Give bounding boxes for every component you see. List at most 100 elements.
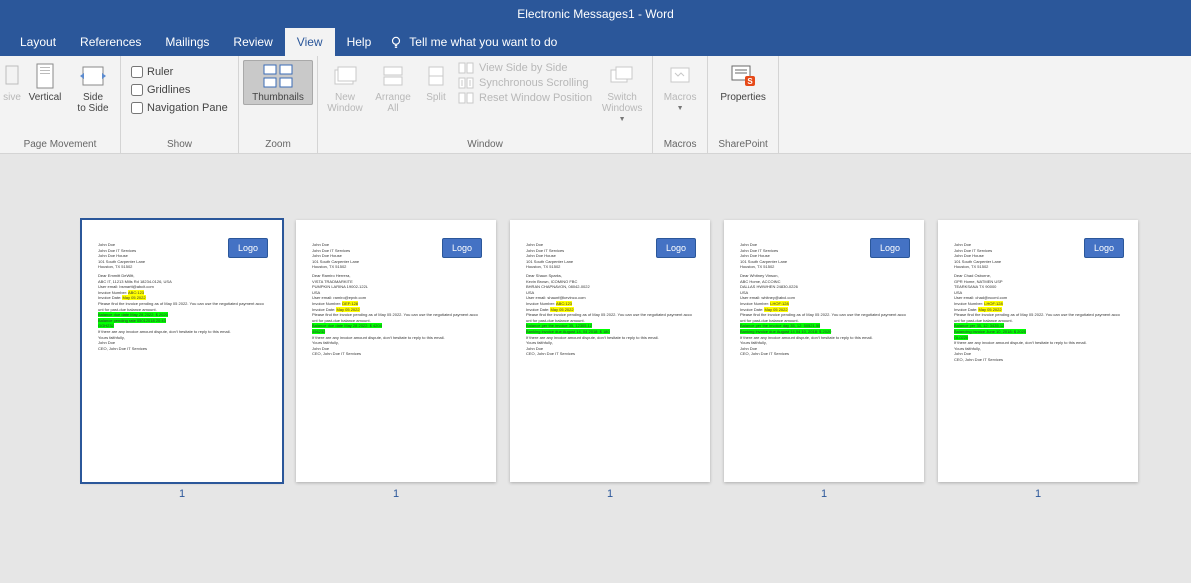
arrange-all-label: Arrange All <box>375 92 411 114</box>
navpane-checkbox[interactable]: Navigation Pane <box>131 100 228 116</box>
logo-badge: Logo <box>228 238 268 258</box>
window-side-options: View Side by Side Synchronous Scrolling … <box>456 60 594 106</box>
gridlines-label: Gridlines <box>147 84 190 96</box>
title-bar: Electronic Messages1 - Word <box>0 0 1191 28</box>
ruler-checkbox[interactable]: Ruler <box>131 64 173 80</box>
reset-window-position-button[interactable]: Reset Window Position <box>458 92 592 104</box>
side-by-side-icon <box>458 62 474 74</box>
switch-windows-icon <box>608 65 636 87</box>
tab-review[interactable]: Review <box>221 28 284 56</box>
vertical-button[interactable]: Vertical <box>22 60 68 105</box>
page-thumbnail[interactable]: LogoJohn DoeJohn Doe IT ServicesJohn Doe… <box>724 220 924 482</box>
gridlines-checkbox[interactable]: Gridlines <box>131 82 190 98</box>
page-number: 1 <box>607 488 613 500</box>
synchronous-scrolling-button[interactable]: Synchronous Scrolling <box>458 77 592 89</box>
page-number: 1 <box>393 488 399 500</box>
side-by-side-label: View Side by Side <box>479 62 567 74</box>
properties-label: Properties <box>720 92 766 103</box>
group-label-sharepoint: SharePoint <box>712 137 774 153</box>
chevron-down-icon: ▼ <box>619 116 626 123</box>
thumbnail-wrap: LogoJohn DoeJohn Doe IT ServicesJohn Doe… <box>938 220 1138 500</box>
properties-icon: S <box>729 64 757 88</box>
page-number: 1 <box>179 488 185 500</box>
new-window-icon <box>332 65 358 87</box>
side-to-side-button[interactable]: Side to Side <box>70 60 116 116</box>
macros-button[interactable]: Macros▼ <box>657 60 703 114</box>
new-window-label: New Window <box>327 92 363 114</box>
page-thumbnail[interactable]: LogoJohn DoeJohn Doe IT ServicesJohn Doe… <box>296 220 496 482</box>
page-number: 1 <box>821 488 827 500</box>
thumbnails-button[interactable]: Thumbnails <box>243 60 313 105</box>
chevron-down-icon: ▼ <box>677 105 684 112</box>
group-label-macros: Macros <box>657 137 703 153</box>
vertical-label: Vertical <box>29 92 62 103</box>
group-label-page-movement: Page Movement <box>4 137 116 153</box>
thumbnail-wrap: LogoJohn DoeJohn Doe IT ServicesJohn Doe… <box>510 220 710 500</box>
ruler-check-icon[interactable] <box>131 66 143 78</box>
page-content-preview: John DoeJohn Doe IT ServicesJohn Doe Hou… <box>98 242 266 351</box>
new-window-button[interactable]: New Window <box>322 60 368 116</box>
thumbnail-strip: LogoJohn DoeJohn Doe IT ServicesJohn Doe… <box>0 154 1191 500</box>
page-thumbnail[interactable]: LogoJohn DoeJohn Doe IT ServicesJohn Doe… <box>82 220 282 482</box>
thumbnails-label: Thumbnails <box>252 92 304 103</box>
page-content-preview: John DoeJohn Doe IT ServicesJohn Doe Hou… <box>312 242 480 357</box>
thumbnails-icon <box>262 63 294 89</box>
reset-position-icon <box>458 92 474 104</box>
group-page-movement: sive Vertical Side to Side Page Movement <box>0 56 121 153</box>
page-number: 1 <box>1035 488 1041 500</box>
thumbnail-wrap: LogoJohn DoeJohn Doe IT ServicesJohn Doe… <box>82 220 282 500</box>
group-window: New Window Arrange All Split View Side b… <box>318 56 653 153</box>
side-to-side-label: Side to Side <box>77 92 108 114</box>
split-label: Split <box>426 92 445 103</box>
group-label-zoom: Zoom <box>243 137 313 153</box>
navpane-label: Navigation Pane <box>147 102 228 114</box>
group-label-show: Show <box>125 137 234 153</box>
navpane-check-icon[interactable] <box>131 102 143 114</box>
page-thumbnail[interactable]: LogoJohn DoeJohn Doe IT ServicesJohn Doe… <box>510 220 710 482</box>
ruler-label: Ruler <box>147 66 173 78</box>
properties-button[interactable]: S Properties <box>712 60 774 105</box>
immersive-label: sive <box>3 92 21 103</box>
logo-badge: Logo <box>656 238 696 258</box>
group-sharepoint: S Properties SharePoint <box>708 56 779 153</box>
tab-references[interactable]: References <box>68 28 153 56</box>
page-vertical-icon <box>34 63 56 89</box>
thumbnail-wrap: LogoJohn DoeJohn Doe IT ServicesJohn Doe… <box>724 220 924 500</box>
page-content-preview: John DoeJohn Doe IT ServicesJohn Doe Hou… <box>740 242 908 357</box>
lightbulb-icon <box>389 35 403 49</box>
tab-view[interactable]: View <box>285 28 335 56</box>
ribbon: sive Vertical Side to Side Page Movement… <box>0 56 1191 154</box>
svg-text:S: S <box>747 77 753 86</box>
tab-layout[interactable]: Layout <box>8 28 68 56</box>
sync-scroll-icon <box>458 77 474 89</box>
macros-icon <box>668 65 692 87</box>
page-content-preview: John DoeJohn Doe IT ServicesJohn Doe Hou… <box>954 242 1122 362</box>
reset-position-label: Reset Window Position <box>479 92 592 104</box>
view-side-by-side-button[interactable]: View Side by Side <box>458 62 592 74</box>
split-icon <box>427 65 445 87</box>
tab-mailings[interactable]: Mailings <box>153 28 221 56</box>
book-icon <box>5 64 19 88</box>
ribbon-tabs: Layout References Mailings Review View H… <box>0 28 1191 56</box>
switch-windows-label: Switch Windows <box>602 92 643 114</box>
switch-windows-button[interactable]: Switch Windows ▼ <box>596 60 648 125</box>
side-to-side-icon <box>78 64 108 88</box>
arrange-all-button[interactable]: Arrange All <box>370 60 416 116</box>
app-title: Electronic Messages1 - Word <box>517 7 674 21</box>
tab-help[interactable]: Help <box>335 28 384 56</box>
arrange-all-icon <box>382 65 404 87</box>
thumbnail-wrap: LogoJohn DoeJohn Doe IT ServicesJohn Doe… <box>296 220 496 500</box>
group-zoom: Thumbnails Zoom <box>239 56 318 153</box>
document-workspace[interactable]: LogoJohn DoeJohn Doe IT ServicesJohn Doe… <box>0 154 1191 583</box>
group-label-window: Window <box>322 137 648 153</box>
tell-me-search[interactable]: Tell me what you want to do <box>389 28 557 56</box>
logo-badge: Logo <box>870 238 910 258</box>
tell-me-label: Tell me what you want to do <box>409 35 557 49</box>
page-content-preview: John DoeJohn Doe IT ServicesJohn Doe Hou… <box>526 242 694 357</box>
immersive-reader-button[interactable]: sive <box>4 60 20 105</box>
split-button[interactable]: Split <box>418 60 454 105</box>
gridlines-check-icon[interactable] <box>131 84 143 96</box>
sync-scroll-label: Synchronous Scrolling <box>479 77 588 89</box>
logo-badge: Logo <box>442 238 482 258</box>
page-thumbnail[interactable]: LogoJohn DoeJohn Doe IT ServicesJohn Doe… <box>938 220 1138 482</box>
